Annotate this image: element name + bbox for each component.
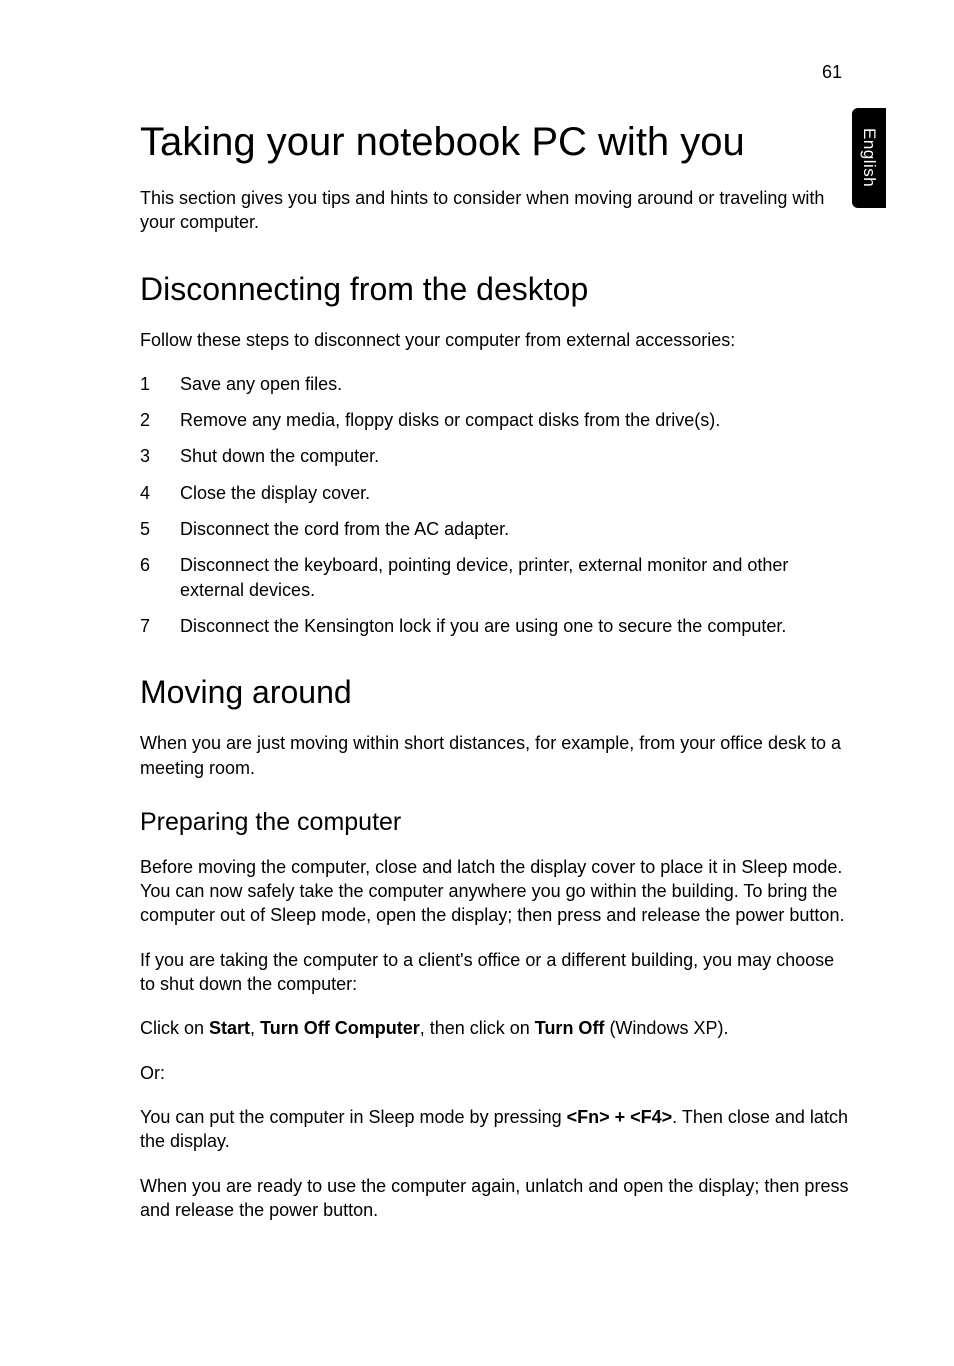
preparing-p5: You can put the computer in Sleep mode b… (140, 1105, 854, 1154)
preparing-p2: If you are taking the computer to a clie… (140, 948, 854, 997)
step-number: 6 (140, 553, 180, 602)
bold-start: Start (209, 1018, 250, 1038)
list-item: 6Disconnect the keyboard, pointing devic… (140, 553, 854, 602)
text-run: Click on (140, 1018, 209, 1038)
bold-turn-off-computer: Turn Off Computer (260, 1018, 420, 1038)
step-number: 7 (140, 614, 180, 638)
bold-turn-off: Turn Off (535, 1018, 605, 1038)
step-number: 3 (140, 444, 180, 468)
language-tab-label: English (859, 128, 879, 187)
document-page: 61 English Taking your notebook PC with … (0, 0, 954, 1366)
list-item: 3Shut down the computer. (140, 444, 854, 468)
section-moving-lead: When you are just moving within short di… (140, 731, 854, 780)
section-moving-heading: Moving around (140, 674, 854, 711)
step-number: 4 (140, 481, 180, 505)
page-number: 61 (822, 62, 842, 83)
step-text: Disconnect the Kensington lock if you ar… (180, 614, 854, 638)
language-tab: English (852, 108, 886, 208)
step-text: Remove any media, floppy disks or compac… (180, 408, 854, 432)
text-run: (Windows XP). (604, 1018, 728, 1038)
page-title: Taking your notebook PC with you (140, 120, 854, 164)
text-run: , then click on (420, 1018, 535, 1038)
list-item: 1Save any open files. (140, 372, 854, 396)
subsection-preparing-heading: Preparing the computer (140, 808, 854, 837)
preparing-p6: When you are ready to use the computer a… (140, 1174, 854, 1223)
list-item: 5Disconnect the cord from the AC adapter… (140, 517, 854, 541)
section-disconnecting-lead: Follow these steps to disconnect your co… (140, 328, 854, 352)
step-number: 2 (140, 408, 180, 432)
intro-paragraph: This section gives you tips and hints to… (140, 186, 854, 235)
step-text: Shut down the computer. (180, 444, 854, 468)
step-text: Disconnect the cord from the AC adapter. (180, 517, 854, 541)
disconnect-steps-list: 1Save any open files. 2Remove any media,… (140, 372, 854, 638)
step-text: Disconnect the keyboard, pointing device… (180, 553, 854, 602)
text-run: , (250, 1018, 260, 1038)
bold-key-combo: <Fn> + <F4> (567, 1107, 673, 1127)
preparing-p4: Or: (140, 1061, 854, 1085)
step-number: 5 (140, 517, 180, 541)
preparing-p3: Click on Start, Turn Off Computer, then … (140, 1016, 854, 1040)
list-item: 7Disconnect the Kensington lock if you a… (140, 614, 854, 638)
text-run: You can put the computer in Sleep mode b… (140, 1107, 567, 1127)
list-item: 4Close the display cover. (140, 481, 854, 505)
step-text: Close the display cover. (180, 481, 854, 505)
step-number: 1 (140, 372, 180, 396)
step-text: Save any open files. (180, 372, 854, 396)
list-item: 2Remove any media, floppy disks or compa… (140, 408, 854, 432)
preparing-p1: Before moving the computer, close and la… (140, 855, 854, 928)
section-disconnecting-heading: Disconnecting from the desktop (140, 271, 854, 308)
